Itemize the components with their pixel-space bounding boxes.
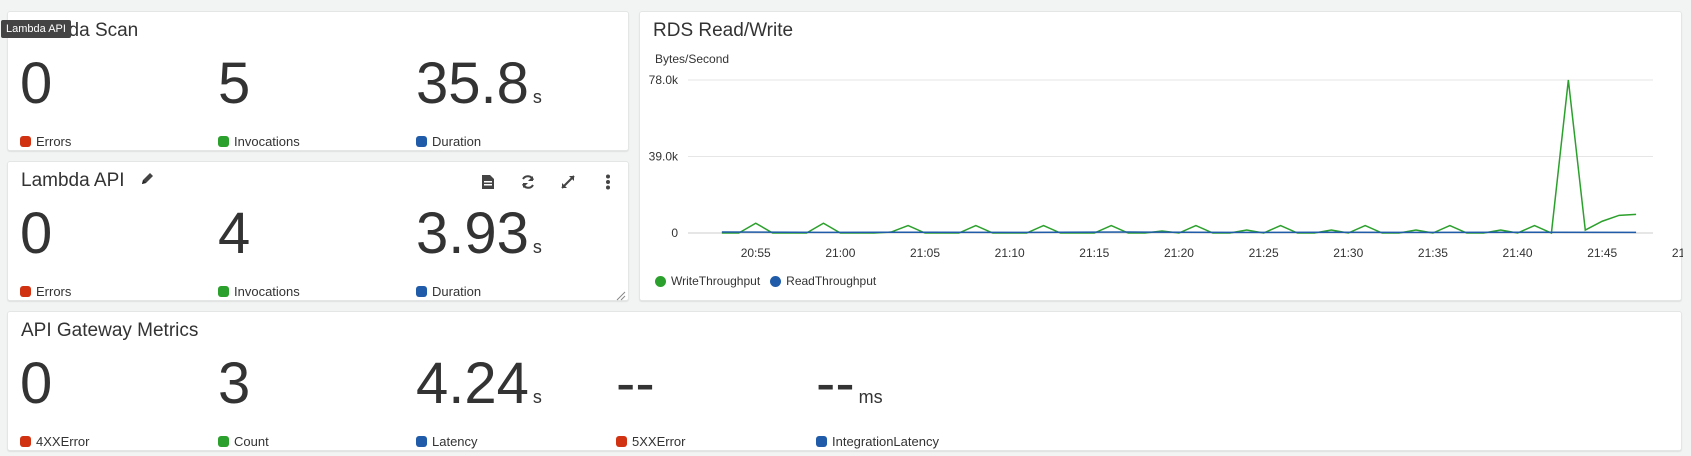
refresh-icon[interactable]: [518, 172, 538, 192]
metric-unit: s: [532, 387, 542, 407]
expand-icon[interactable]: [558, 172, 578, 192]
lambda-api-widget: Lambda API 0 Errors 4 Invocations 3.93 s …: [7, 161, 629, 301]
metric-value: 4: [218, 201, 251, 266]
x-tick-label: 20:55: [741, 246, 771, 260]
metric-value: 35.8: [416, 51, 529, 116]
legend-swatch: [416, 436, 427, 447]
metric-label: Invocations: [234, 134, 300, 149]
metric-value: --: [816, 351, 855, 416]
legend-label: WriteThroughput: [671, 274, 761, 288]
metric-value: 3.93: [416, 201, 529, 266]
document-icon[interactable]: [478, 172, 498, 192]
metric-label: 5XXError: [632, 434, 686, 449]
metric-label: 4XXError: [36, 434, 90, 449]
legend-swatch: [218, 286, 229, 297]
api-gateway-title: API Gateway Metrics: [21, 320, 199, 341]
legend-item-write[interactable]: WriteThroughput: [655, 274, 760, 288]
x-tick-label: 21:50: [1672, 246, 1683, 260]
legend-swatch: [218, 136, 229, 147]
legend-swatch: [20, 286, 31, 297]
x-tick-label: 21:30: [1333, 246, 1363, 260]
api-gateway-widget: API Gateway Metrics 0 4XXError 3 Count 4…: [7, 311, 1682, 451]
x-tick-label: 21:20: [1164, 246, 1194, 260]
x-tick-label: 21:05: [910, 246, 940, 260]
x-tick-label: 21:15: [1079, 246, 1109, 260]
metric-label: IntegrationLatency: [832, 434, 939, 449]
legend-swatch: [416, 286, 427, 297]
lambda-api-title: Lambda API: [21, 170, 155, 192]
legend-swatch: [416, 136, 427, 147]
x-tick-label: 21:35: [1418, 246, 1448, 260]
metric-unit: s: [532, 87, 542, 107]
metric-label: Errors: [36, 134, 72, 149]
metric-value: 0: [20, 201, 53, 266]
x-tick-label: 21:45: [1587, 246, 1617, 260]
metric-label: Duration: [432, 134, 482, 149]
edit-pencil-icon[interactable]: [140, 170, 155, 192]
legend-swatch: [616, 436, 627, 447]
lambda-api-title-text: Lambda API: [21, 170, 125, 192]
metric-value: --: [616, 351, 655, 416]
legend-swatch: [20, 436, 31, 447]
metric-value: 0: [20, 351, 53, 416]
resize-handle-icon[interactable]: [616, 288, 626, 301]
metric-label: Invocations: [234, 284, 300, 299]
legend-swatch: [655, 275, 666, 287]
more-options-icon[interactable]: [598, 172, 618, 192]
legend-label: ReadThroughput: [786, 274, 877, 288]
legend-item-read[interactable]: ReadThroughput: [770, 274, 876, 288]
metric-label: Errors: [36, 284, 72, 299]
metric-label: Duration: [432, 284, 482, 299]
rds-line-chart: 0 39.0k 78.0k 20:55 21:00 21:05 21:10 21:15 21:2…: [649, 73, 1683, 260]
metric-value: 5: [218, 51, 251, 116]
widget-tooltip: Lambda API: [1, 20, 71, 38]
metric-unit: s: [532, 237, 542, 257]
lambda-scan-widget: Lambda API Lambda Scan 0 Errors 5 Invoca…: [1, 11, 629, 151]
metric-label: Latency: [432, 434, 478, 449]
metric-value: 3: [218, 351, 251, 416]
rds-read-write-widget: RDS Read/Write Bytes/Second 0 39.0k 78.0k 2…: [639, 11, 1683, 301]
legend-swatch: [218, 436, 229, 447]
metric-value: 4.24: [416, 351, 529, 416]
x-tick-label: 21:10: [995, 246, 1025, 260]
x-tick-label: 21:00: [825, 246, 855, 260]
rds-title: RDS Read/Write: [653, 20, 794, 41]
x-tick-label: 21:25: [1249, 246, 1279, 260]
legend-swatch: [816, 436, 827, 447]
legend-swatch: [20, 136, 31, 147]
y-tick-label: 39.0k: [649, 150, 679, 164]
chart-legend: WriteThroughput ReadThroughput: [655, 274, 876, 288]
y-tick-label: 0: [671, 226, 678, 240]
metric-label: Count: [234, 434, 269, 449]
y-tick-label: 78.0k: [649, 73, 679, 87]
x-tick-label: 21:40: [1503, 246, 1533, 260]
legend-swatch: [770, 275, 782, 287]
metric-value: 0: [20, 51, 53, 116]
metric-unit: ms: [858, 387, 883, 407]
